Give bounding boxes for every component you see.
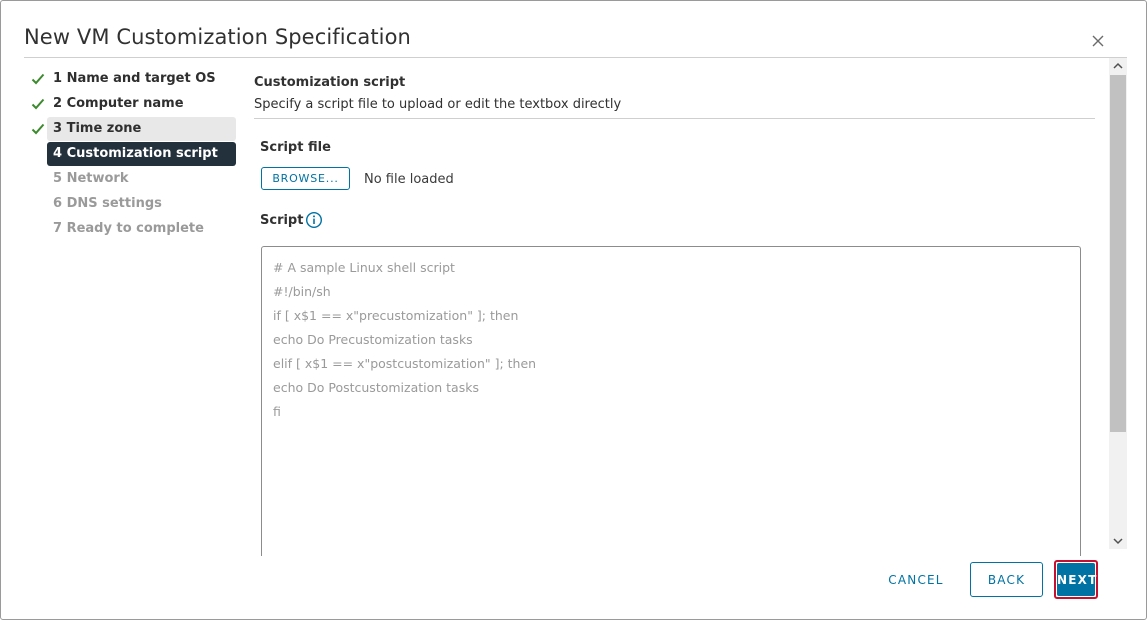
vertical-scrollbar[interactable] bbox=[1109, 58, 1127, 549]
section-description: Specify a script file to upload or edit … bbox=[254, 97, 622, 112]
scroll-down-arrow-icon[interactable] bbox=[1109, 533, 1127, 549]
script-textarea[interactable]: # A sample Linux shell script #!/bin/sh … bbox=[261, 246, 1081, 556]
step-name-and-target-os[interactable]: 1 Name and target OS bbox=[29, 67, 239, 91]
step-label: 1 Name and target OS bbox=[53, 71, 216, 86]
step-dns-settings: 6 DNS settings bbox=[29, 192, 239, 216]
step-label: 4 Customization script bbox=[47, 142, 236, 166]
next-button-highlight: NEXT bbox=[1054, 560, 1098, 599]
back-button[interactable]: BACK bbox=[970, 562, 1043, 597]
close-icon[interactable] bbox=[1088, 31, 1108, 51]
file-status: No file loaded bbox=[364, 172, 454, 187]
step-ready-to-complete: 7 Ready to complete bbox=[29, 217, 239, 241]
script-placeholder-line: #!/bin/sh bbox=[273, 284, 331, 299]
step-label: 5 Network bbox=[53, 171, 129, 186]
wizard-steps: 1 Name and target OS 2 Computer name 3 T… bbox=[29, 67, 239, 242]
info-icon[interactable] bbox=[305, 211, 323, 229]
step-customization-script[interactable]: 4 Customization script bbox=[29, 142, 239, 166]
next-button[interactable]: NEXT bbox=[1057, 563, 1096, 596]
step-label: 7 Ready to complete bbox=[53, 221, 204, 236]
step-network: 5 Network bbox=[29, 167, 239, 191]
script-placeholder-line: echo Do Postcustomization tasks bbox=[273, 380, 479, 395]
script-placeholder-line: fi bbox=[273, 404, 281, 419]
checkmark-icon bbox=[31, 123, 45, 135]
step-label: 3 Time zone bbox=[47, 117, 236, 141]
step-label: 2 Computer name bbox=[53, 96, 184, 111]
dialog-title: New VM Customization Specification bbox=[24, 25, 411, 49]
step-computer-name[interactable]: 2 Computer name bbox=[29, 92, 239, 116]
script-file-label: Script file bbox=[260, 140, 331, 155]
section-title: Customization script bbox=[254, 75, 406, 90]
script-placeholder-line: # A sample Linux shell script bbox=[273, 260, 455, 275]
step-label: 6 DNS settings bbox=[53, 196, 162, 211]
cancel-button[interactable]: CANCEL bbox=[873, 562, 959, 597]
scrollbar-thumb[interactable] bbox=[1110, 75, 1126, 432]
title-divider bbox=[24, 57, 1127, 58]
script-placeholder-line: elif [ x$1 == x"postcustomization" ]; th… bbox=[273, 356, 537, 371]
customization-spec-dialog: New VM Customization Specification 1 Nam… bbox=[0, 0, 1147, 620]
browse-button[interactable]: BROWSE... bbox=[261, 167, 350, 190]
checkmark-icon bbox=[31, 73, 45, 85]
scroll-up-arrow-icon[interactable] bbox=[1109, 58, 1127, 74]
script-placeholder-line: echo Do Precustomization tasks bbox=[273, 332, 473, 347]
section-divider bbox=[254, 118, 1095, 119]
checkmark-icon bbox=[31, 98, 45, 110]
step-time-zone[interactable]: 3 Time zone bbox=[29, 117, 239, 141]
script-placeholder-line: if [ x$1 == x"precustomization" ]; then bbox=[273, 308, 519, 323]
script-label: Script bbox=[260, 213, 304, 228]
